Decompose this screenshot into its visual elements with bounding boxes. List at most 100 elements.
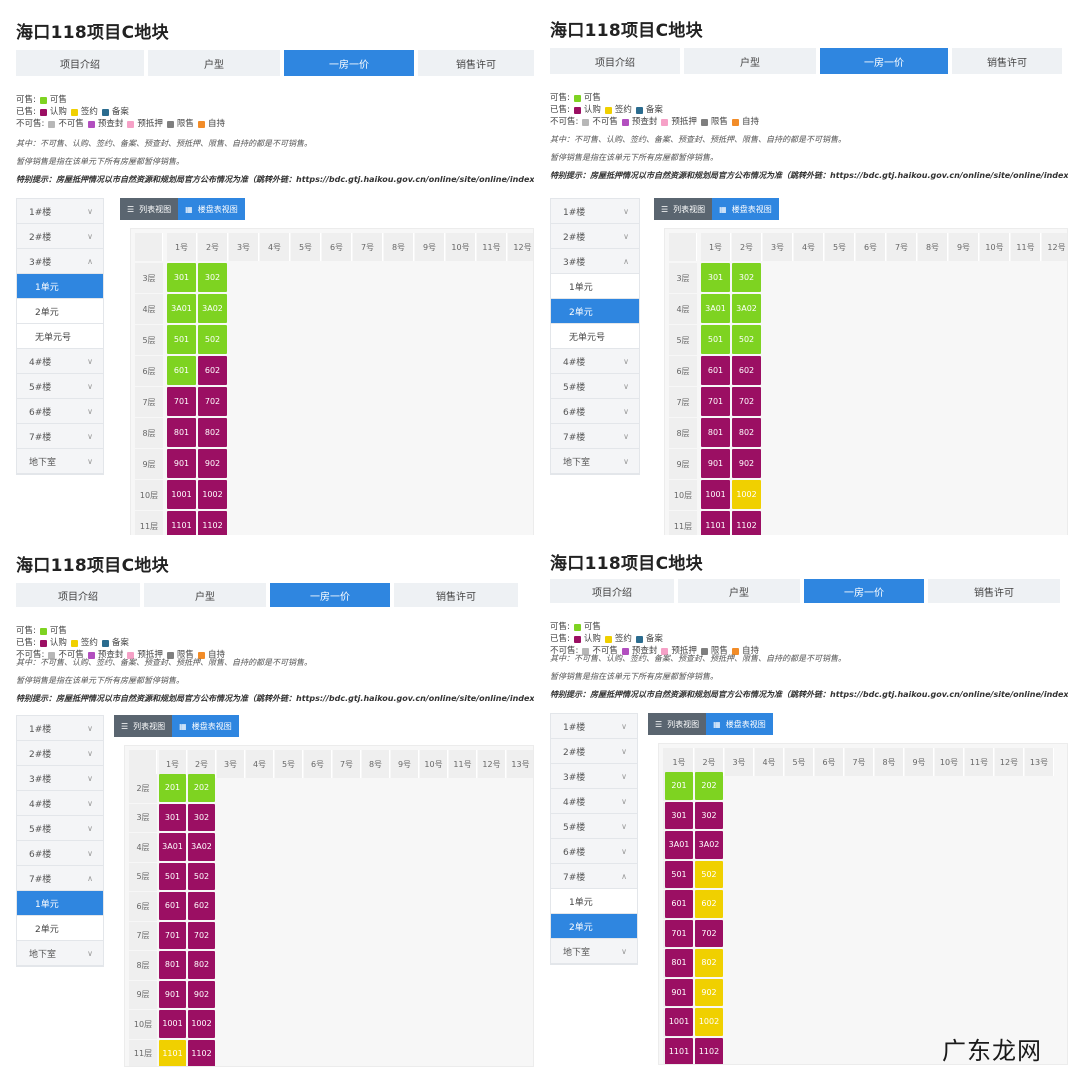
unit-cell[interactable]: 902 xyxy=(732,449,761,478)
sidebar-item-building[interactable]: 2#楼 ∨ xyxy=(17,224,103,249)
unit-cell[interactable]: 602 xyxy=(198,356,227,385)
sidebar-item-building[interactable]: 地下室 ∨ xyxy=(17,941,103,966)
unit-cell[interactable]: 1101 xyxy=(665,1037,693,1064)
unit-cell[interactable]: 3A01 xyxy=(665,831,693,859)
tab-4[interactable]: 销售许可 xyxy=(394,583,518,607)
sidebar-item-building[interactable]: 2#楼 ∨ xyxy=(551,224,639,249)
sidebar-item-building[interactable]: 7#楼 ∧ xyxy=(17,866,103,891)
sidebar-item-building[interactable]: 6#楼 ∨ xyxy=(551,839,637,864)
unit-cell[interactable]: 1001 xyxy=(665,1008,693,1036)
unit-cell[interactable]: 3A02 xyxy=(188,833,215,861)
tab-2[interactable]: 户型 xyxy=(684,48,816,74)
sidebar-item-building[interactable]: 4#楼 ∨ xyxy=(17,349,103,374)
unit-cell[interactable]: 702 xyxy=(695,919,723,947)
unit-cell[interactable]: 1101 xyxy=(167,511,196,535)
unit-cell[interactable]: 302 xyxy=(695,801,723,829)
sidebar-item-building[interactable]: 4#楼 ∨ xyxy=(551,349,639,374)
unit-cell[interactable]: 302 xyxy=(198,263,227,292)
unit-cell[interactable]: 601 xyxy=(665,890,693,918)
tab-4[interactable]: 销售许可 xyxy=(952,48,1062,74)
sidebar-item-unit[interactable]: 无单元号 xyxy=(17,324,103,349)
sidebar-item-unit[interactable]: 2单元 xyxy=(17,916,103,941)
unit-cell[interactable]: 1002 xyxy=(198,480,227,509)
sidebar-item-building[interactable]: 4#楼 ∨ xyxy=(17,791,103,816)
unit-cell[interactable]: 201 xyxy=(665,772,693,800)
unit-cell[interactable]: 502 xyxy=(732,325,761,354)
unit-cell[interactable]: 3A02 xyxy=(695,831,723,859)
unit-cell[interactable]: 802 xyxy=(695,949,723,977)
tab-1[interactable]: 项目介绍 xyxy=(550,48,680,74)
unit-cell[interactable]: 801 xyxy=(159,951,186,979)
unit-cell[interactable]: 1102 xyxy=(198,511,227,535)
unit-cell[interactable]: 301 xyxy=(159,803,186,831)
unit-cell[interactable]: 1002 xyxy=(188,1010,215,1038)
sidebar-item-building[interactable]: 7#楼 ∨ xyxy=(17,424,103,449)
table-view-button[interactable]: ▦ 楼盘表视图 xyxy=(172,715,239,737)
unit-cell[interactable]: 902 xyxy=(198,449,227,478)
sidebar-item-unit[interactable]: 1单元 xyxy=(551,889,637,914)
sidebar-item-building[interactable]: 3#楼 ∧ xyxy=(551,249,639,274)
sidebar-item-building[interactable]: 地下室 ∨ xyxy=(551,939,637,964)
sidebar-item-building[interactable]: 5#楼 ∨ xyxy=(17,816,103,841)
sidebar-item-building[interactable]: 3#楼 ∨ xyxy=(17,766,103,791)
sidebar-item-unit[interactable]: 1单元 xyxy=(17,274,103,299)
unit-cell[interactable]: 601 xyxy=(159,892,186,920)
list-view-button[interactable]: ☰ 列表视图 xyxy=(120,198,179,220)
sidebar-item-building[interactable]: 地下室 ∨ xyxy=(551,449,639,474)
sidebar-item-building[interactable]: 6#楼 ∨ xyxy=(17,399,103,424)
unit-cell[interactable]: 502 xyxy=(695,860,723,888)
unit-cell[interactable]: 302 xyxy=(188,803,215,831)
unit-cell[interactable]: 3A01 xyxy=(167,294,196,323)
unit-cell[interactable]: 201 xyxy=(159,774,186,802)
sidebar-item-unit[interactable]: 2单元 xyxy=(551,914,637,939)
sidebar-item-unit[interactable]: 1单元 xyxy=(17,891,103,916)
tab-2[interactable]: 户型 xyxy=(144,583,266,607)
unit-cell[interactable]: 1001 xyxy=(159,1010,186,1038)
unit-cell[interactable]: 902 xyxy=(188,980,215,1008)
unit-cell[interactable]: 802 xyxy=(188,951,215,979)
unit-cell[interactable]: 3A02 xyxy=(732,294,761,323)
unit-cell[interactable]: 802 xyxy=(732,418,761,447)
tab-3[interactable]: 一房一价 xyxy=(270,583,390,607)
tab-1[interactable]: 项目介绍 xyxy=(16,50,144,76)
sidebar-item-unit[interactable]: 2单元 xyxy=(17,299,103,324)
sidebar-item-building[interactable]: 4#楼 ∨ xyxy=(551,789,637,814)
sidebar-item-unit[interactable]: 1单元 xyxy=(551,274,639,299)
sidebar-item-building[interactable]: 2#楼 ∨ xyxy=(551,739,637,764)
unit-cell[interactable]: 602 xyxy=(695,890,723,918)
sidebar-item-building[interactable]: 2#楼 ∨ xyxy=(17,741,103,766)
table-view-button[interactable]: ▦ 楼盘表视图 xyxy=(712,198,779,220)
unit-cell[interactable]: 701 xyxy=(167,387,196,416)
unit-cell[interactable]: 1001 xyxy=(167,480,196,509)
unit-cell[interactable]: 1102 xyxy=(695,1037,723,1064)
tab-4[interactable]: 销售许可 xyxy=(418,50,534,76)
unit-cell[interactable]: 602 xyxy=(732,356,761,385)
unit-cell[interactable]: 901 xyxy=(665,978,693,1006)
unit-cell[interactable]: 3A01 xyxy=(159,833,186,861)
unit-cell[interactable]: 902 xyxy=(695,978,723,1006)
unit-cell[interactable]: 701 xyxy=(159,921,186,949)
unit-cell[interactable]: 702 xyxy=(198,387,227,416)
tab-3[interactable]: 一房一价 xyxy=(284,50,414,76)
unit-cell[interactable]: 701 xyxy=(665,919,693,947)
sidebar-item-building[interactable]: 6#楼 ∨ xyxy=(551,399,639,424)
unit-cell[interactable]: 302 xyxy=(732,263,761,292)
unit-cell[interactable]: 501 xyxy=(159,862,186,890)
unit-cell[interactable]: 1002 xyxy=(695,1008,723,1036)
unit-cell[interactable]: 702 xyxy=(732,387,761,416)
sidebar-item-building[interactable]: 1#楼 ∨ xyxy=(551,199,639,224)
list-view-button[interactable]: ☰ 列表视图 xyxy=(114,715,173,737)
unit-cell[interactable]: 801 xyxy=(167,418,196,447)
unit-cell[interactable]: 801 xyxy=(701,418,730,447)
unit-cell[interactable]: 801 xyxy=(665,949,693,977)
unit-cell[interactable]: 501 xyxy=(665,860,693,888)
sidebar-item-building[interactable]: 7#楼 ∨ xyxy=(551,424,639,449)
sidebar-item-building[interactable]: 1#楼 ∨ xyxy=(551,714,637,739)
unit-cell[interactable]: 901 xyxy=(167,449,196,478)
unit-cell[interactable]: 702 xyxy=(188,921,215,949)
unit-cell[interactable]: 602 xyxy=(188,892,215,920)
unit-cell[interactable]: 502 xyxy=(198,325,227,354)
tab-4[interactable]: 销售许可 xyxy=(928,579,1060,603)
unit-cell[interactable]: 3A01 xyxy=(701,294,730,323)
list-view-button[interactable]: ☰ 列表视图 xyxy=(654,198,713,220)
